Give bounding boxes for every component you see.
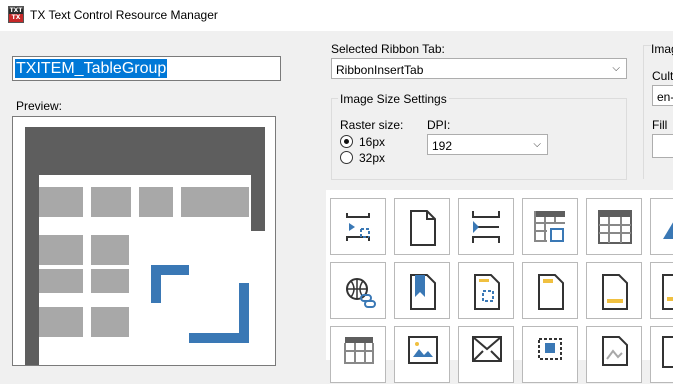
globe-link-icon <box>346 278 376 308</box>
icon-tile-page-frame[interactable] <box>458 262 514 319</box>
culture-value: en- <box>657 90 673 104</box>
table-small-icon <box>344 337 374 364</box>
shape-icon <box>602 336 628 366</box>
radio-32px-label: 32px <box>359 151 386 165</box>
page-icon <box>662 336 673 368</box>
image-page-icon <box>662 274 673 310</box>
table-insert-icon <box>534 211 565 242</box>
icon-grid-panel <box>326 190 673 383</box>
page-footer-icon <box>602 274 628 310</box>
resource-name-text: TXITEM_TableGroup <box>15 59 168 78</box>
title-bar: TXT TX TX Text Control Resource Manager <box>0 0 673 31</box>
preview-panel <box>12 116 276 366</box>
image-icon <box>663 222 673 239</box>
chevron-down-icon: ⌵ <box>533 139 541 150</box>
image-settings-title: Imag <box>651 42 673 56</box>
icon-tile-page-header[interactable] <box>522 262 578 319</box>
icon-tile-table[interactable] <box>586 198 642 255</box>
ribbon-tab-value: RibbonInsertTab <box>336 63 424 77</box>
dpi-dropdown[interactable]: 192 ⌵ <box>427 134 548 155</box>
icon-tile-table-insert[interactable] <box>522 198 578 255</box>
image-size-title: Image Size Settings <box>338 92 449 106</box>
icon-tile-image-page[interactable] <box>650 262 673 319</box>
radio-16px[interactable] <box>340 135 353 148</box>
cursor-split-icon <box>472 211 500 243</box>
picture-icon <box>408 336 438 364</box>
icon-tile-globe-link[interactable] <box>330 262 386 319</box>
icon-tile-cursor-split[interactable] <box>458 198 514 255</box>
raster-size-label: Raster size: <box>340 118 404 132</box>
page-header-icon <box>538 274 564 310</box>
dpi-value: 192 <box>432 139 453 153</box>
ribbon-tab-label: Selected Ribbon Tab: <box>331 42 445 56</box>
envelope-icon <box>472 336 502 362</box>
radio-16px-label: 16px <box>359 135 386 149</box>
icon-tile-blank-page[interactable] <box>394 198 450 255</box>
bookmark-icon <box>410 274 436 310</box>
radio-32px[interactable] <box>340 151 353 164</box>
icon-tile-image[interactable] <box>650 198 673 255</box>
cursor-insert-icon <box>346 213 370 241</box>
chevron-down-icon: ⌵ <box>612 63 620 74</box>
resource-name-input[interactable]: TXITEM_TableGroup <box>12 56 281 81</box>
icon-tile-cursor-insert[interactable] <box>330 198 386 255</box>
blank-page-icon <box>410 210 436 246</box>
culture-label: Cultu <box>652 69 673 83</box>
page-frame-icon <box>474 274 500 310</box>
icon-tile-bookmark[interactable] <box>394 262 450 319</box>
ribbon-tab-dropdown[interactable]: RibbonInsertTab ⌵ <box>331 58 627 79</box>
table-icon <box>598 210 632 244</box>
image-settings-group <box>643 45 673 179</box>
app-logo-icon: TXT TX <box>8 6 24 23</box>
culture-dropdown[interactable]: en- <box>652 85 673 106</box>
window-title: TX Text Control Resource Manager <box>30 8 218 22</box>
table-group-preview-icon <box>25 127 265 365</box>
frame-select-icon <box>538 338 562 360</box>
icon-tile-page-footer[interactable] <box>586 262 642 319</box>
preview-label: Preview: <box>16 99 63 113</box>
dpi-label: DPI: <box>427 118 451 132</box>
fill-color-picker[interactable] <box>652 134 673 158</box>
